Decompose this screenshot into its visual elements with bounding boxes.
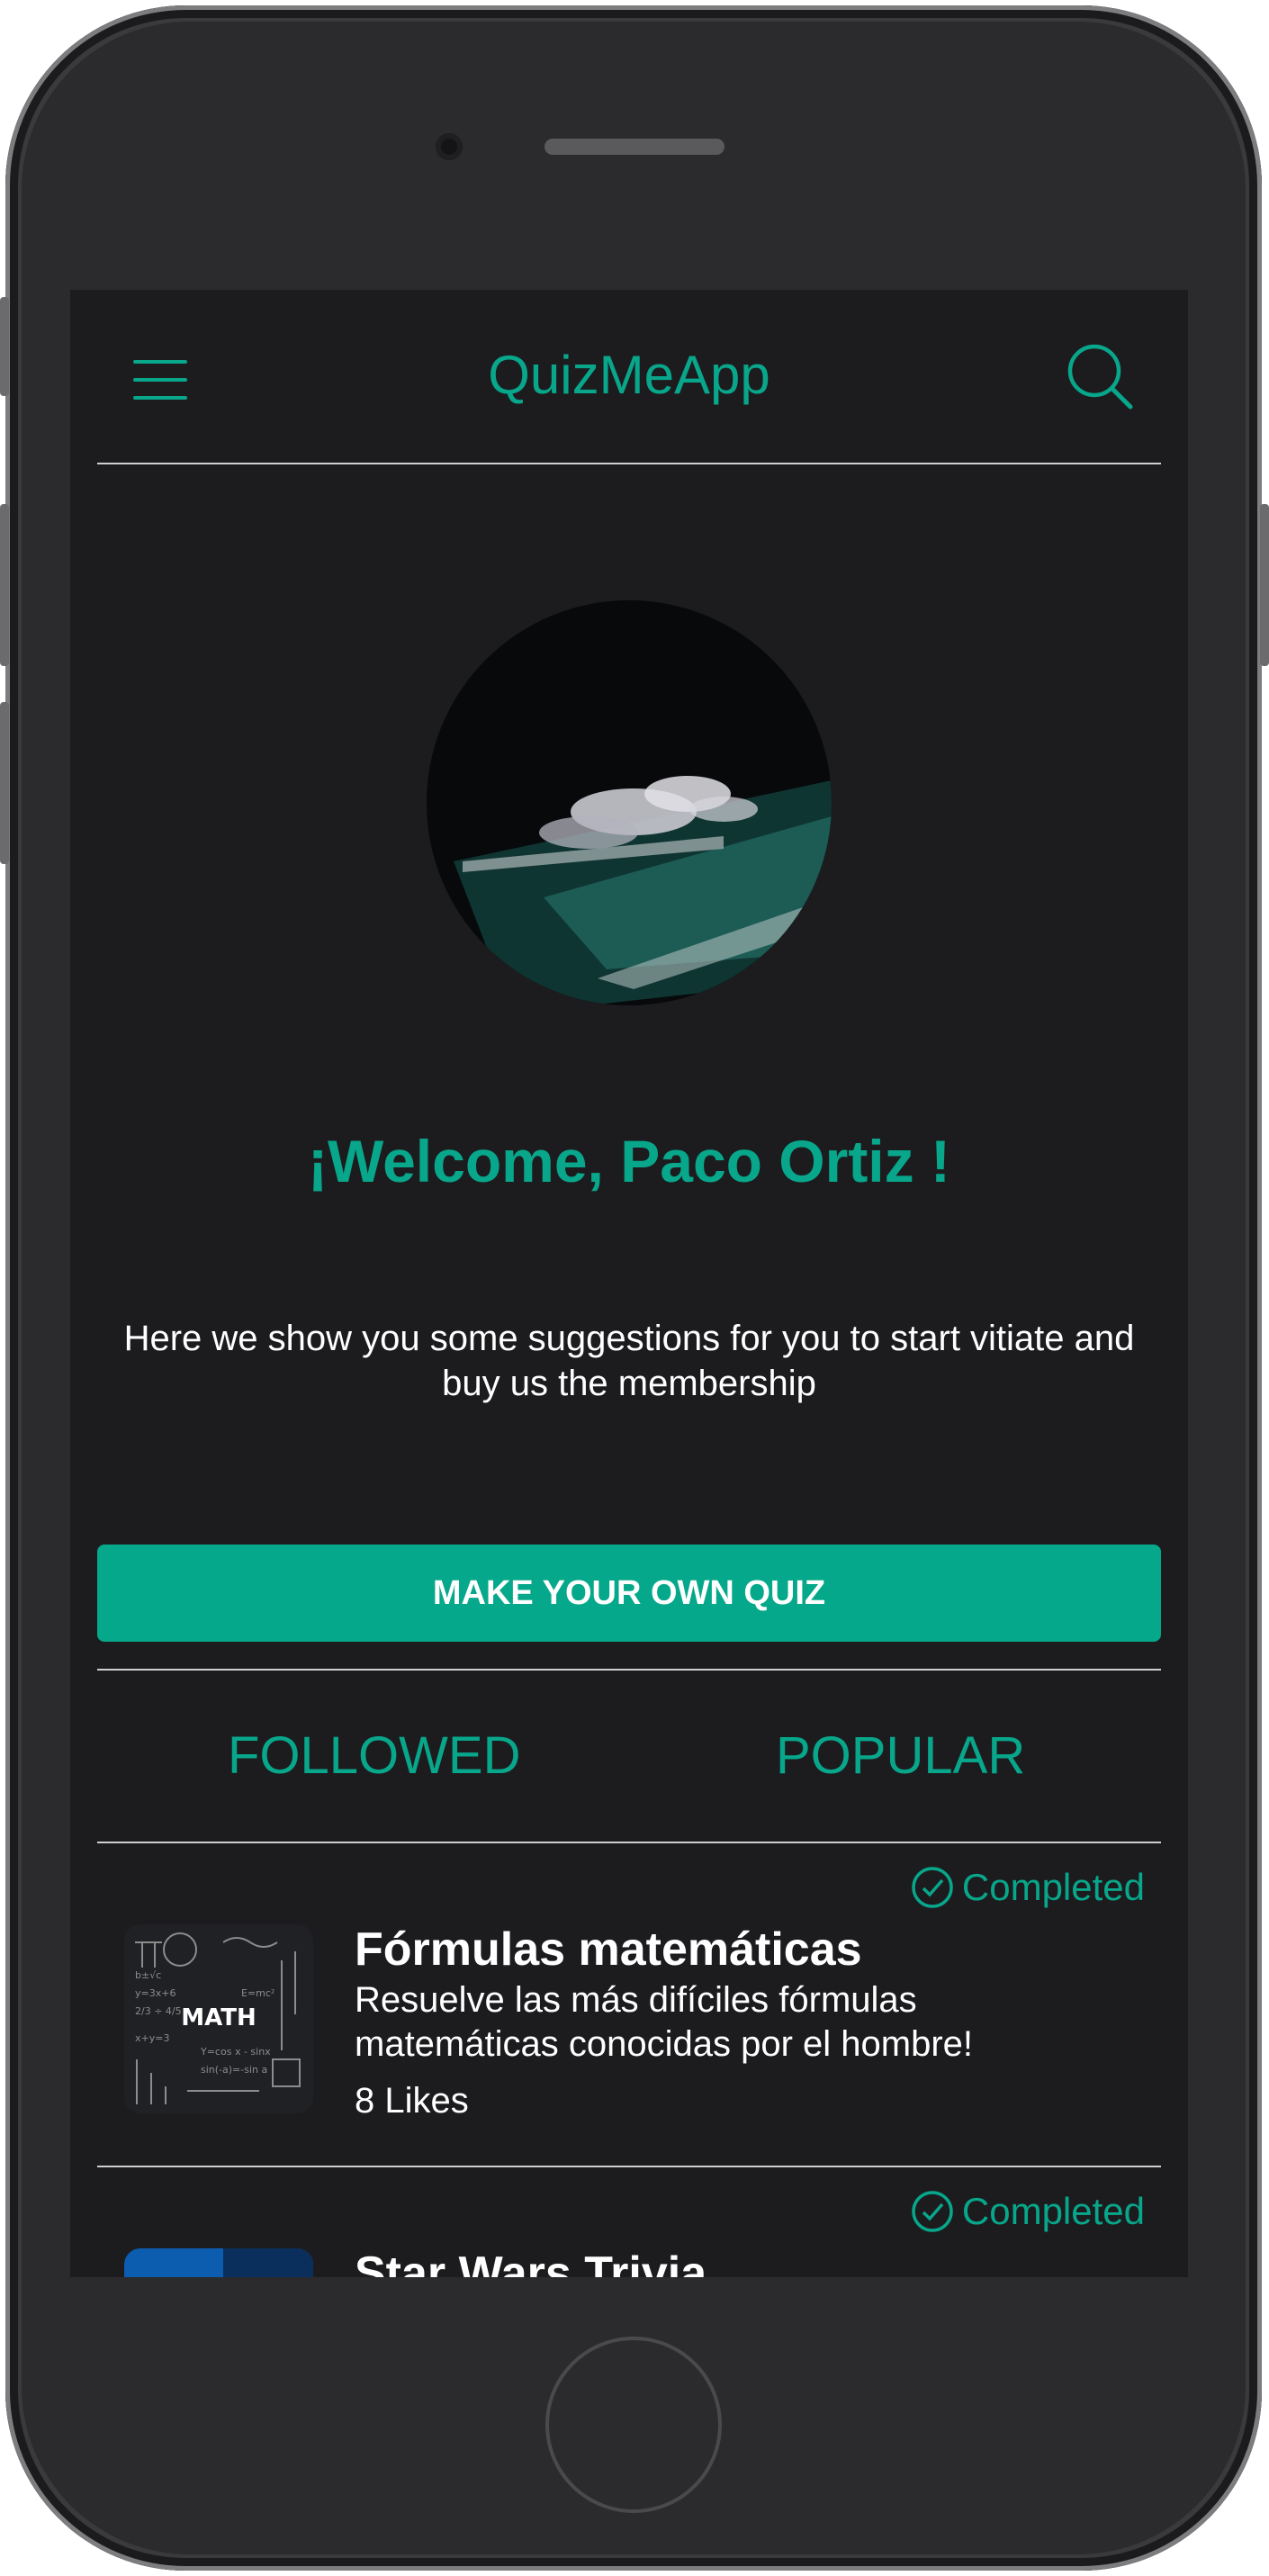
tab-followed[interactable]: FOLLOWED: [228, 1725, 521, 1786]
quiz-thumbnail: y=3x+6 2/3 ÷ 4/5 x+y=3 Y=cos x - sinx si…: [124, 1924, 313, 2113]
status-label: Completed: [961, 1866, 1145, 1908]
completed-status: Completed: [910, 2189, 1145, 2234]
svg-text:y=3x+6: y=3x+6: [135, 1987, 176, 1999]
earpiece-speaker: [544, 139, 724, 155]
app-header: QuizMeApp: [70, 290, 1188, 464]
svg-text:MATH: MATH: [181, 2004, 256, 2031]
welcome-heading: ¡Welcome, Paco Ortiz !: [308, 1128, 950, 1194]
check-circle-icon: [912, 2191, 953, 2232]
quiz-title: Star Wars Trivia: [355, 2247, 707, 2277]
quiz-likes: 8 Likes: [355, 2081, 469, 2121]
side-button-volume-up: [0, 504, 9, 666]
svg-text:Y=cos x - sinx: Y=cos x - sinx: [200, 2046, 271, 2058]
app-screen: QuizMeApp ¡Welcome, Paco Ortiz ! Here we…: [70, 290, 1188, 2277]
svg-text:b±√c: b±√c: [135, 1969, 161, 1981]
side-button-mute: [0, 297, 9, 396]
svg-text:x+y=3: x+y=3: [135, 2032, 169, 2044]
intro-text: Here we show you some suggestions for yo…: [123, 1319, 1135, 1403]
quiz-card[interactable]: Completed y=3x+6 2/3 ÷ 4/5 x+y=3 Y=cos x…: [97, 1843, 1161, 2166]
header-divider: [97, 463, 1161, 464]
svg-text:E=mc²: E=mc²: [241, 1987, 274, 1999]
status-label: Completed: [961, 2190, 1145, 2232]
make-quiz-button[interactable]: MAKE YOUR OWN QUIZ: [97, 1545, 1161, 1642]
check-circle-icon: [912, 1867, 953, 1908]
svg-text:2/3 ÷ 4/5: 2/3 ÷ 4/5: [135, 2005, 182, 2017]
side-button-power: [1260, 504, 1269, 666]
avatar: [427, 600, 832, 1005]
quiz-card[interactable]: Completed Star Wars Trivia: [97, 2167, 1161, 2277]
quiz-description: Resuelve las más difíciles fórmulas mate…: [355, 1980, 973, 2064]
quiz-thumbnail: [124, 2248, 313, 2277]
app-title: QuizMeApp: [488, 345, 770, 405]
cta-divider: [97, 1669, 1161, 1671]
completed-status: Completed: [910, 1865, 1145, 1910]
tab-popular[interactable]: POPULAR: [776, 1725, 1025, 1786]
home-button[interactable]: [545, 2337, 722, 2513]
svg-text:sin(-a)=-sin a: sin(-a)=-sin a: [201, 2064, 267, 2076]
search-icon[interactable]: [1064, 340, 1136, 412]
side-button-volume-down: [0, 702, 9, 864]
quiz-title: Fórmulas matemáticas: [355, 1923, 862, 1976]
front-camera: [436, 133, 463, 160]
